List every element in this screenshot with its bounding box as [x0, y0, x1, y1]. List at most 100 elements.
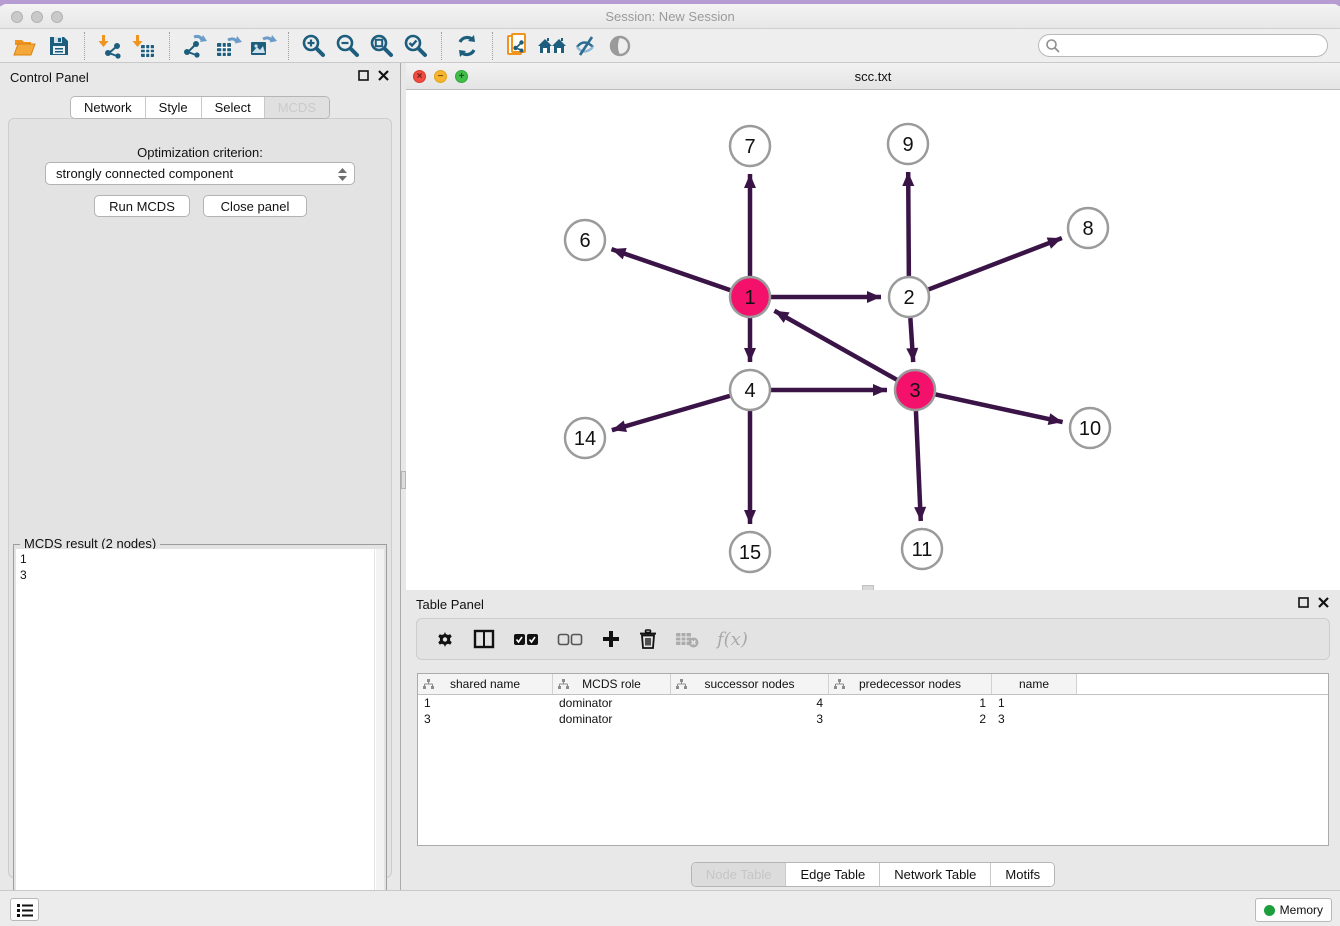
edge-4-14[interactable]	[612, 396, 730, 430]
zoom-selected-icon[interactable]	[399, 31, 433, 61]
graph-node-9[interactable]: 9	[888, 124, 928, 164]
table-cell[interactable]: 1	[418, 695, 553, 711]
close-panel-icon[interactable]	[1318, 597, 1330, 609]
tab-select[interactable]: Select	[201, 97, 264, 118]
zoom-in-icon[interactable]	[297, 31, 331, 61]
table-cell[interactable]: 1	[992, 695, 1077, 711]
toolbar-separator	[441, 32, 442, 60]
column-header-predecessor-nodes[interactable]: predecessor nodes	[829, 674, 992, 694]
table-row[interactable]: 3dominator323	[418, 711, 1328, 727]
table-cell[interactable]: 4	[671, 695, 829, 711]
table-cell[interactable]: 3	[418, 711, 553, 727]
export-network-icon[interactable]	[178, 31, 212, 61]
edge-2-8[interactable]	[929, 238, 1062, 289]
graph-node-11[interactable]: 11	[902, 529, 942, 569]
table-panel-title: Table Panel	[416, 597, 484, 612]
import-network-icon[interactable]	[93, 31, 127, 61]
dropdown-stepper-icon	[337, 167, 348, 182]
network-canvas[interactable]: 7 9 6 8 1 2 4 3 14 10 15 11	[406, 90, 1340, 590]
tab-edge-table[interactable]: Edge Table	[785, 863, 879, 886]
column-header-successor-nodes[interactable]: successor nodes	[671, 674, 829, 694]
column-header-shared-name[interactable]: shared name	[418, 674, 553, 694]
table-row[interactable]: 1dominator411	[418, 695, 1328, 711]
add-column-icon[interactable]	[601, 629, 621, 649]
edge-2-9[interactable]	[908, 172, 909, 276]
table-panel-tabs: Node Table Edge Table Network Table Moti…	[406, 862, 1340, 887]
close-panel-icon[interactable]	[378, 70, 390, 82]
edge-3-10[interactable]	[936, 394, 1063, 422]
graph-node-14[interactable]: 14	[565, 418, 605, 458]
gear-icon[interactable]	[435, 629, 455, 649]
criterion-dropdown[interactable]: strongly connected component	[45, 162, 355, 185]
run-mcds-button[interactable]: Run MCDS	[94, 195, 190, 217]
delete-table-icon[interactable]	[675, 630, 699, 648]
import-table-icon[interactable]	[127, 31, 161, 61]
edge-3-1[interactable]	[774, 311, 896, 380]
refresh-icon[interactable]	[450, 31, 484, 61]
graph-node-7[interactable]: 7	[730, 126, 770, 166]
table-cell[interactable]: 2	[829, 711, 992, 727]
select-all-icon[interactable]	[513, 632, 539, 646]
float-panel-icon[interactable]	[1298, 597, 1310, 609]
delete-icon[interactable]	[639, 629, 657, 649]
svg-text:8: 8	[1082, 218, 1093, 240]
svg-text:2: 2	[903, 287, 914, 309]
graph-node-6[interactable]: 6	[565, 220, 605, 260]
graph-node-10[interactable]: 10	[1070, 408, 1110, 448]
svg-text:4: 4	[744, 380, 755, 402]
graph-node-4[interactable]: 4	[730, 370, 770, 410]
svg-text:1: 1	[744, 287, 755, 309]
graph-node-2[interactable]: 2	[889, 277, 929, 317]
network-graph[interactable]: 7 9 6 8 1 2 4 3 14 10 15 11	[406, 90, 1340, 590]
tab-style[interactable]: Style	[145, 97, 201, 118]
tab-node-table[interactable]: Node Table	[692, 863, 786, 886]
function-builder-icon[interactable]: f(x)	[717, 629, 748, 650]
table-cell[interactable]: dominator	[553, 711, 671, 727]
graph-node-8[interactable]: 8	[1068, 208, 1108, 248]
export-image-icon[interactable]	[246, 31, 280, 61]
status-bar: Memory	[0, 890, 1340, 926]
toolbar-separator	[492, 32, 493, 60]
homes-icon[interactable]	[535, 31, 569, 61]
save-session-icon[interactable]	[42, 31, 76, 61]
edge-3-11[interactable]	[916, 411, 921, 521]
memory-button[interactable]: Memory	[1255, 898, 1332, 922]
zoom-out-icon[interactable]	[331, 31, 365, 61]
open-file-icon[interactable]	[8, 31, 42, 61]
edge-2-3[interactable]	[910, 318, 913, 362]
svg-text:7: 7	[744, 136, 755, 158]
hide-panel-icon[interactable]	[569, 31, 603, 61]
search-icon	[1045, 38, 1061, 54]
duplicate-network-icon[interactable]	[501, 31, 535, 61]
result-scrollbar[interactable]	[374, 549, 384, 919]
float-panel-icon[interactable]	[358, 70, 370, 82]
table-cell[interactable]: 3	[671, 711, 829, 727]
search-input[interactable]	[1038, 34, 1328, 57]
split-columns-icon[interactable]	[473, 629, 495, 649]
edge-1-6[interactable]	[611, 249, 730, 290]
deselect-all-icon[interactable]	[557, 632, 583, 646]
node-table[interactable]: shared nameMCDS rolesuccessor nodesprede…	[417, 673, 1329, 846]
task-history-button[interactable]	[10, 898, 39, 921]
tab-mcds[interactable]: MCDS	[264, 97, 329, 118]
tab-network-table[interactable]: Network Table	[879, 863, 990, 886]
table-cell[interactable]: 3	[992, 711, 1077, 727]
tab-motifs[interactable]: Motifs	[990, 863, 1054, 886]
column-header-MCDS-role[interactable]: MCDS role	[553, 674, 671, 694]
toolbar-separator	[169, 32, 170, 60]
graph-node-1[interactable]: 1	[730, 277, 770, 317]
column-header-name[interactable]: name	[992, 674, 1077, 694]
window-titlebar[interactable]: Session: New Session	[0, 4, 1340, 29]
graph-node-15[interactable]: 15	[730, 532, 770, 572]
mcds-result-text[interactable]: 1 3	[16, 549, 374, 919]
export-table-icon[interactable]	[212, 31, 246, 61]
network-window-titlebar[interactable]: × − + scc.txt	[406, 63, 1340, 90]
close-panel-button[interactable]: Close panel	[203, 195, 307, 217]
graph-node-3[interactable]: 3	[895, 370, 935, 410]
eye-icon[interactable]	[603, 31, 637, 61]
memory-status-icon	[1264, 905, 1275, 916]
zoom-fit-icon[interactable]	[365, 31, 399, 61]
table-cell[interactable]: 1	[829, 695, 992, 711]
tab-network[interactable]: Network	[71, 97, 145, 118]
table-cell[interactable]: dominator	[553, 695, 671, 711]
